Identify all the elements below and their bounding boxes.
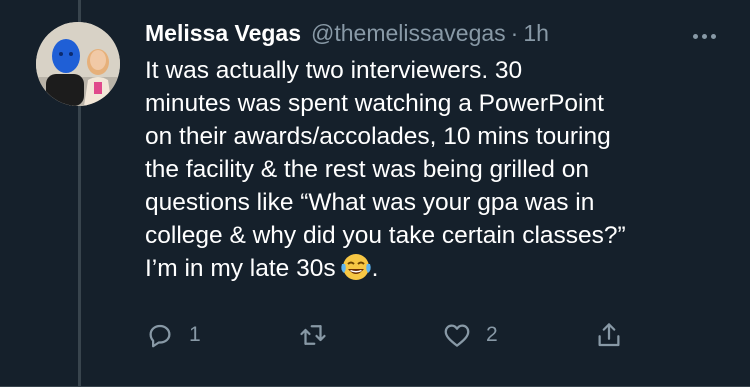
reply-count: 1 <box>189 323 201 346</box>
tweet-body-text: It was actually two interviewers. 30 min… <box>145 57 626 282</box>
tweet-text-end: . <box>371 255 379 282</box>
like-count: 2 <box>486 323 498 346</box>
retweet-button[interactable] <box>298 320 342 350</box>
heart-icon <box>444 324 470 347</box>
avatar-photo <box>36 22 120 106</box>
more-dot <box>692 33 698 39</box>
avatar[interactable] <box>36 22 120 106</box>
face-with-tears-of-joy-icon <box>340 252 372 282</box>
share-button[interactable] <box>594 320 624 350</box>
more-dot <box>701 33 707 39</box>
tweet-actions: 1 2 <box>0 320 750 356</box>
more-options-icon[interactable] <box>684 26 724 46</box>
tweet-timestamp[interactable]: 1h <box>523 20 549 47</box>
share-icon <box>598 323 620 347</box>
author-handle[interactable]: @themelissavegas <box>311 20 506 47</box>
header-separator: · <box>510 20 519 46</box>
tweet-content: Melissa Vegas @themelissavegas · 1h It w… <box>145 20 725 285</box>
tweet-header: Melissa Vegas @themelissavegas · 1h <box>145 20 725 50</box>
more-dot <box>710 33 716 39</box>
tweet-text: It was actually two interviewers. 30 min… <box>145 54 725 285</box>
like-button[interactable]: 2 <box>442 320 498 350</box>
reply-button[interactable]: 1 <box>145 320 201 350</box>
author-name[interactable]: Melissa Vegas <box>145 20 301 47</box>
retweet-icon <box>300 325 326 345</box>
reply-icon <box>149 324 171 348</box>
